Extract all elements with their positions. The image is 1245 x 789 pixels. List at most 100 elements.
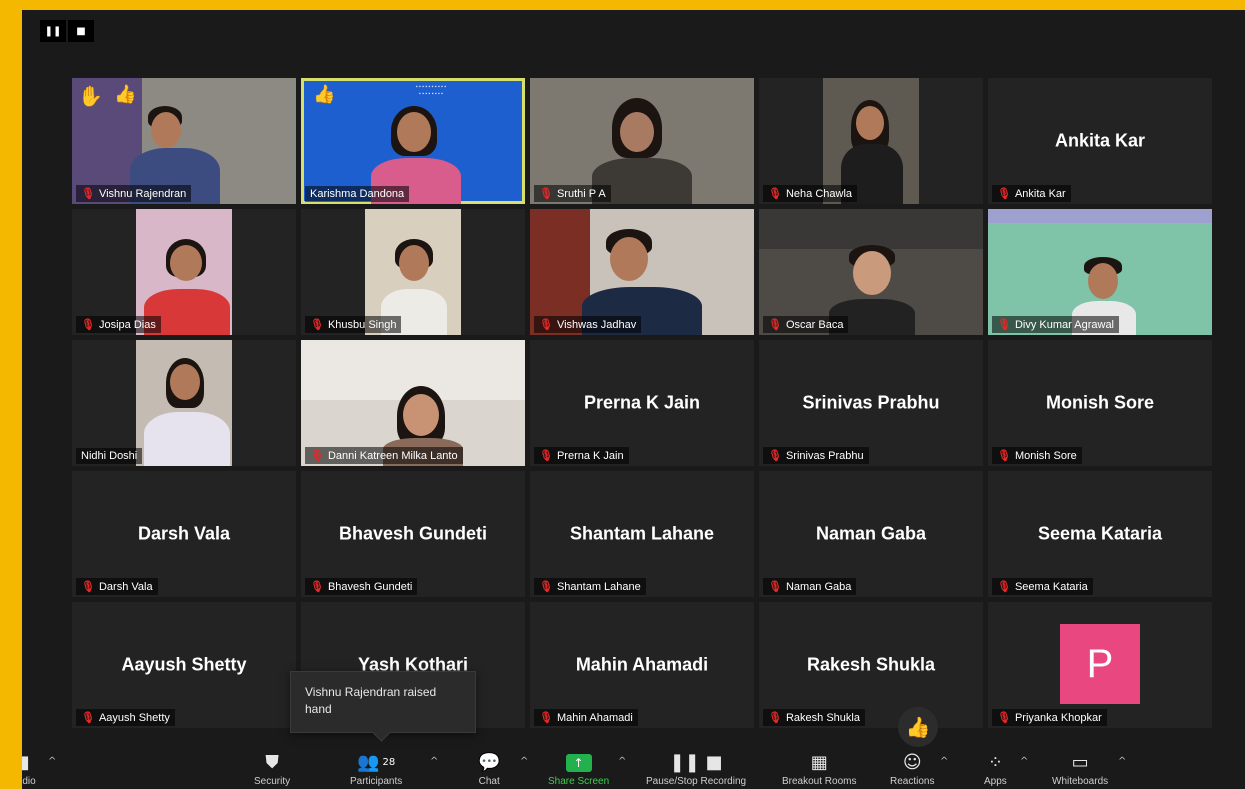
participant-label: 🎙 Prerna K Jain [534,447,629,464]
breakout-rooms-icon: ▦ [810,752,828,773]
person-head [151,112,181,148]
participant-tile[interactable]: Seema Kataria 🎙 Seema Kataria [988,471,1212,597]
share-options-caret[interactable]: ^ [618,756,626,767]
participant-count-badge: 28 [382,757,396,768]
shield-icon: ⛊ [265,752,279,773]
participant-tile[interactable]: Prerna K Jain 🎙 Prerna K Jain [530,340,754,466]
mic-muted-icon: 🎙 [768,580,782,593]
participant-label: 🎙 Mahin Ahamadi [534,709,638,726]
mic-muted-icon: 🎙 [539,187,553,200]
person-head [1088,263,1118,299]
participant-tile[interactable]: 🎙 Sruthi P A [530,78,754,204]
share-screen-button[interactable]: ↑ Share Screen [548,752,609,787]
virtual-background-text: ▪ ▪ ▪ ▪ ▪ ▪ ▪ ▪ ▪ ▪ ▪ ▪ ▪ ▪ ▪ ▪ ▪ ▪ [415,84,447,97]
recording-icon: ❚❚ ■ [669,752,723,773]
participant-tile[interactable]: 🎙 Vishwas Jadhav [530,209,754,335]
mic-muted-icon: 🎙 [997,580,1011,593]
breakout-rooms-button[interactable]: ▦ Breakout Rooms [782,752,856,787]
participants-button[interactable]: 👥 28 Participants [350,752,402,787]
participant-tile[interactable]: 🎙 Oscar Baca [759,209,983,335]
zoom-meeting-window: ❚❚ ■ ✋ 👍 🎙 Vishnu Rajendran ▪ ▪ ▪ ▪ ▪ ▪ ▪… [22,10,1245,789]
mic-muted-icon: 🎙 [539,711,553,724]
mic-muted-icon: 🎙 [539,449,553,462]
participant-label: 🎙 Divy Kumar Agrawal [992,316,1120,333]
thumbs-up-icon: 👍 [114,84,137,105]
participant-tile[interactable]: Monish Sore 🎙 Monish Sore [988,340,1212,466]
participant-tile[interactable]: Aayush Shetty 🎙 Aayush Shetty [72,602,296,728]
person-head [397,112,431,152]
participant-tile[interactable]: 🎙 Josipa Dias [72,209,296,335]
mic-muted-icon: 🎙 [768,711,782,724]
participant-label: 🎙 Bhavesh Gundeti [305,578,418,595]
participant-tile-active-speaker[interactable]: ▪ ▪ ▪ ▪ ▪ ▪ ▪ ▪ ▪ ▪ ▪ ▪ ▪ ▪ ▪ ▪ ▪ ▪ 👍 Kar… [301,78,525,204]
mic-muted-icon: 🎙 [997,318,1011,331]
participant-tile[interactable]: Ankita Kar 🎙 Ankita Kar [988,78,1212,204]
participant-tile[interactable]: Rakesh Shukla 🎙 Rakesh Shukla [759,602,983,728]
stop-view-button[interactable]: ■ [68,20,94,42]
person-head [620,112,654,152]
chat-options-caret[interactable]: ^ [520,756,528,767]
whiteboard-icon: ▭ [1071,752,1089,773]
participant-label: Karishma Dandona [305,186,410,202]
participant-tile[interactable]: 🎙 Neha Chawla [759,78,983,204]
participant-tile[interactable]: Darsh Vala 🎙 Darsh Vala [72,471,296,597]
participant-label: 🎙 Srinivas Prabhu [763,447,869,464]
participant-label: 🎙 Darsh Vala [76,578,158,595]
pause-view-button[interactable]: ❚❚ [40,20,66,42]
chat-button[interactable]: 💬 Chat [478,752,500,787]
participant-name: Shantam Lahane [569,523,715,544]
participant-name: Prerna K Jain [583,392,701,413]
person-head [403,394,439,436]
participant-tile[interactable]: ✋ 👍 🎙 Vishnu Rajendran [72,78,296,204]
whiteboards-options-caret[interactable]: ^ [1118,756,1126,767]
participants-icon: 👥 28 [357,752,396,773]
reactions-button[interactable]: ☺ Reactions [890,752,934,787]
participant-label: 🎙 Shantam Lahane [534,578,646,595]
participant-tile[interactable]: Srinivas Prabhu 🎙 Srinivas Prabhu [759,340,983,466]
participant-tile[interactable]: Shantam Lahane 🎙 Shantam Lahane [530,471,754,597]
participant-tile[interactable]: 🎙 Khusbu Singh [301,209,525,335]
participant-label: 🎙 Naman Gaba [763,578,857,595]
participant-label: 🎙 Monish Sore [992,447,1082,464]
mic-muted-icon: 🎙 [81,711,95,724]
participant-label: 🎙 Danni Katreen Milka Lanto [305,447,463,464]
participant-name: Bhavesh Gundeti [338,523,488,544]
chat-icon: 💬 [478,752,501,773]
reactions-icon: ☺ [902,752,922,773]
apps-button[interactable]: ⁘ Apps [984,752,1007,787]
person-head [610,237,648,281]
mic-muted-icon: 🎙 [768,449,782,462]
mic-muted-icon: 🎙 [81,187,95,200]
reactions-options-caret[interactable]: ^ [940,756,948,767]
stop-icon: ■ [76,25,86,37]
mute-button[interactable]: ▮ ...dio [22,752,36,787]
mic-muted-icon: 🎙 [997,449,1011,462]
participant-tile[interactable]: 🎙 Danni Katreen Milka Lanto [301,340,525,466]
participant-tile[interactable]: Mahin Ahamadi 🎙 Mahin Ahamadi [530,602,754,728]
participant-label: 🎙 Aayush Shetty [76,709,175,726]
security-button[interactable]: ⛊ Security [254,752,290,787]
person-head [170,364,200,400]
participant-label: 🎙 Seema Kataria [992,578,1093,595]
avatar: P [1060,624,1140,704]
mic-muted-icon: 🎙 [81,580,95,593]
participants-options-caret[interactable]: ^ [430,756,438,767]
pause-stop-recording-button[interactable]: ❚❚ ■ Pause/Stop Recording [646,752,746,787]
participant-name: Darsh Vala [137,523,231,544]
participant-tile[interactable]: P 🎙 Priyanka Khopkar [988,602,1212,728]
mic-muted-icon: 🎙 [310,318,324,331]
participant-tile[interactable]: Bhavesh Gundeti 🎙 Bhavesh Gundeti [301,471,525,597]
apps-options-caret[interactable]: ^ [1020,756,1028,767]
whiteboards-button[interactable]: ▭ Whiteboards [1052,752,1108,787]
participant-tile[interactable]: 🎙 Divy Kumar Agrawal [988,209,1212,335]
participant-label: 🎙 Priyanka Khopkar [992,709,1107,726]
audio-options-caret[interactable]: ^ [48,756,56,767]
participant-name: Aayush Shetty [121,654,247,675]
participant-tile[interactable]: Naman Gaba 🎙 Naman Gaba [759,471,983,597]
participant-tile[interactable]: Nidhi Doshi [72,340,296,466]
ceiling [759,209,983,249]
participant-label: 🎙 Oscar Baca [763,316,849,333]
thumbs-up-icon: 👍 [313,84,336,105]
mic-icon: ▮ [22,752,30,773]
share-screen-icon: ↑ [565,752,592,774]
